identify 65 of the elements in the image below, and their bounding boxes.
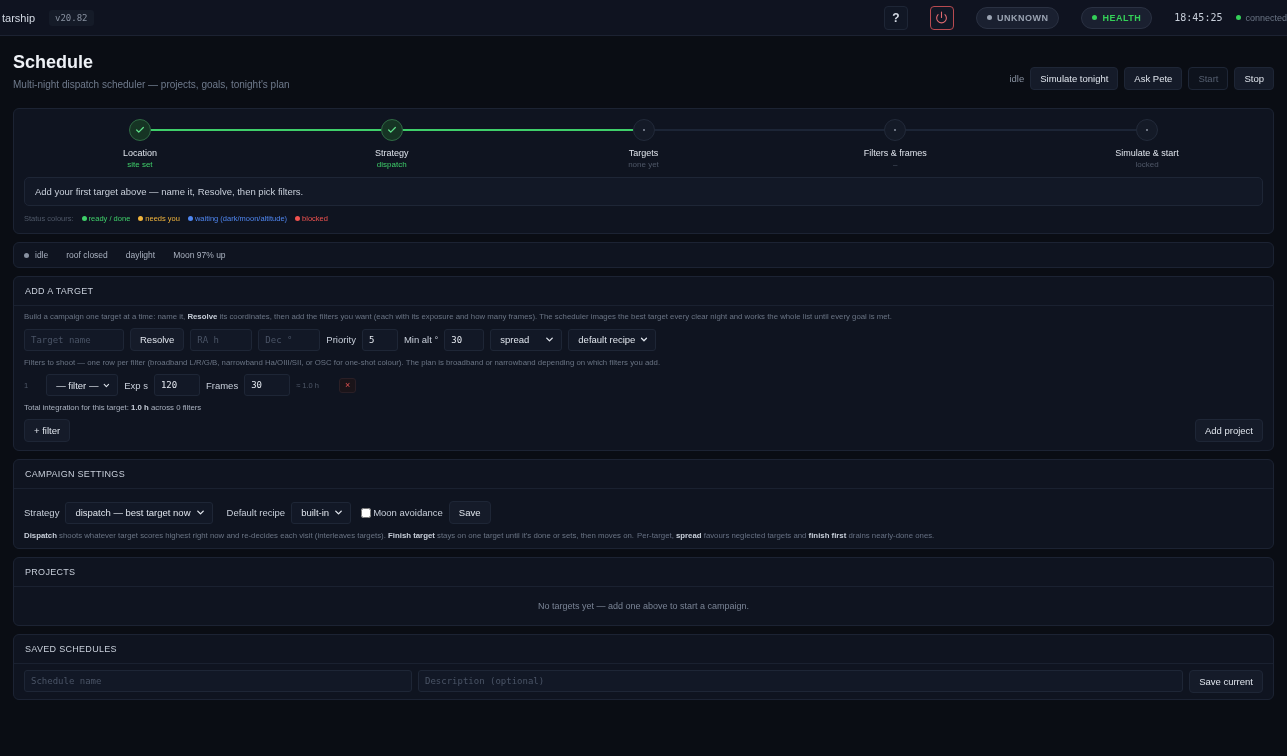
power-button[interactable] <box>929 5 954 30</box>
filter-select[interactable]: — filter — <box>46 374 119 396</box>
help-button[interactable]: ? <box>883 5 908 30</box>
target-name-field[interactable]: Target name <box>24 328 124 351</box>
min-alt-label: Min alt ° <box>403 334 439 345</box>
mode-select[interactable]: spread <box>490 328 563 351</box>
page-subtitle: Multi-night dispatch scheduler — projects, goals, tonight's plan <box>13 79 290 90</box>
moon-avoidance-label: Moon avoidance <box>373 507 443 518</box>
priority-field[interactable]: 5 <box>361 328 398 351</box>
page-title: Schedule <box>13 52 95 73</box>
dec-field[interactable]: Dec ° <box>258 328 321 351</box>
campaign-recipe-select[interactable]: built-in <box>291 501 352 524</box>
remove-button[interactable]: × <box>339 377 357 393</box>
frames-label: Frames <box>205 379 239 391</box>
exp-label: Exp s <box>124 379 148 391</box>
header-button[interactable]: Stop <box>1234 67 1274 90</box>
section-title: CAMPAIGN SETTINGS <box>14 460 1273 489</box>
add-project-button[interactable]: Add project <box>1194 419 1263 442</box>
status-item: Moon 97% up <box>173 250 226 260</box>
state-dot <box>24 252 29 258</box>
recipe-label: Default recipe <box>226 507 286 518</box>
section-title: PROJECTS <box>14 558 1273 587</box>
step-label: Simulate & start <box>1115 148 1179 158</box>
clock: 18:45:25 <box>1174 12 1223 23</box>
empty-message: No targets yet — add one above to start a campaign. <box>536 600 751 613</box>
exposure-field[interactable]: 120 <box>153 374 200 396</box>
step-label: Filters & frames <box>863 148 927 158</box>
hint-message: Add your first target above — name it, Resolve, then pick filters. <box>24 177 1263 206</box>
state-text: idle <box>35 250 49 260</box>
section-title: SAVED SCHEDULES <box>14 635 1273 664</box>
step-label: Location <box>122 148 157 158</box>
strategy-label: Strategy <box>24 507 60 518</box>
save-button[interactable]: Save <box>448 501 491 524</box>
version-badge: v20.82 <box>49 9 94 26</box>
frames-field[interactable]: 30 <box>244 374 291 396</box>
status-item: daylight <box>125 250 156 260</box>
status-pill: HEALTH <box>1081 6 1153 29</box>
app-name: tarship <box>2 11 36 24</box>
recipe-select[interactable]: default recipe <box>568 328 657 351</box>
power-icon <box>935 11 949 24</box>
schedule-name-field[interactable]: Schedule name <box>24 670 412 692</box>
save-current-button[interactable]: Save current <box>1189 670 1263 693</box>
step-status: none yet <box>628 160 659 169</box>
schedule-description-field[interactable]: Description (optional) <box>418 670 1184 692</box>
resolve-button[interactable]: Resolve <box>130 328 185 351</box>
status-pill: UNKNOWN <box>975 6 1060 29</box>
step-label: Strategy <box>374 148 409 158</box>
connection-status: connected <box>1236 12 1287 23</box>
priority-label: Priority <box>326 334 356 345</box>
step-label: Targets <box>628 148 659 158</box>
status-item: roof closed <box>66 250 108 260</box>
chevron-icon <box>194 507 206 518</box>
strategy-select[interactable]: dispatch — best target now <box>65 501 213 524</box>
step-status: – <box>893 160 898 169</box>
header-button[interactable]: Simulate tonight <box>1030 67 1119 90</box>
add-filter-button[interactable]: + filter <box>24 419 71 442</box>
section-title: ADD A TARGET <box>14 277 1273 306</box>
run-state: idle <box>1009 73 1025 84</box>
min-alt-field[interactable]: 30 <box>444 328 485 351</box>
moon-avoidance-checkbox[interactable] <box>361 507 372 518</box>
chevron-icon <box>333 507 345 518</box>
header-button[interactable]: Ask Pete <box>1124 67 1183 90</box>
step-status: site set <box>127 160 153 169</box>
chevron-icon <box>544 334 556 345</box>
step-status: dispatch <box>376 160 407 169</box>
